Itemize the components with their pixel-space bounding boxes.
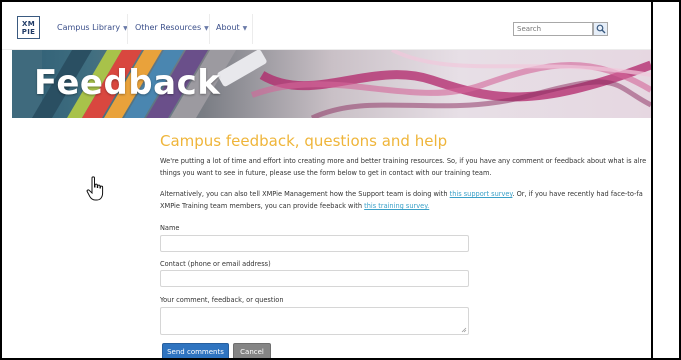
nav-divider — [209, 14, 210, 44]
search-input[interactable] — [513, 22, 593, 36]
name-field[interactable] — [160, 235, 469, 252]
nav-about[interactable]: About ▼ — [216, 23, 247, 32]
intro-paragraph: We're putting a lot of time and effort i… — [160, 155, 646, 179]
xmpie-logo[interactable]: XM PIE — [17, 16, 40, 39]
page-title: Campus feedback, questions and help — [160, 132, 448, 150]
alt-text-2: . Or, if you have recently had face-to-f… — [512, 190, 643, 198]
alt-line-2: XMPie Training team members, you can pro… — [160, 200, 643, 212]
nav-campus-library[interactable]: Campus Library ▼ — [57, 23, 128, 32]
browser-viewport: XM PIE Campus Library ▼ Other Resources ▼ … — [2, 2, 651, 358]
logo-line-1: XM — [22, 19, 35, 28]
nav-about-label: About — [216, 23, 240, 32]
nav-campus-library-label: Campus Library — [57, 23, 121, 32]
comment-textarea[interactable] — [160, 307, 469, 335]
feedback-banner: Feedback — [12, 50, 651, 118]
alt-text-3: XMPie Training team members, you can pro… — [160, 202, 363, 210]
nav-other-resources-label: Other Resources — [135, 23, 202, 32]
side-panel — [653, 2, 679, 358]
support-survey-link[interactable]: this support survey — [450, 190, 513, 198]
alt-line-1: Alternatively, you can also tell XMPie M… — [160, 188, 643, 200]
top-navbar: XM PIE Campus Library ▼ Other Resources ▼ … — [2, 2, 651, 50]
nav-divider — [252, 14, 253, 44]
intro-line-1: We're putting a lot of time and effort i… — [160, 157, 647, 165]
contact-label: Contact (phone or email address) — [160, 260, 271, 268]
nav-other-resources[interactable]: Other Resources ▼ — [135, 23, 209, 32]
search-icon — [596, 24, 605, 34]
alt-text-1: Alternatively, you can also tell XMPie M… — [160, 190, 448, 198]
nav-divider — [127, 14, 128, 44]
logo-line-2: PIE — [21, 27, 36, 36]
comment-label: Your comment, feedback, or question — [160, 296, 284, 304]
intro-line-2: things you want to see in future, please… — [160, 169, 492, 177]
send-comments-button[interactable]: Send comments — [162, 343, 229, 358]
training-survey-link[interactable]: this training survey. — [364, 202, 429, 210]
banner-title: Feedback — [34, 63, 221, 103]
cancel-button[interactable]: Cancel — [233, 343, 271, 358]
search-button[interactable] — [593, 22, 608, 36]
resize-grip-icon[interactable] — [461, 327, 467, 333]
contact-field[interactable] — [160, 270, 469, 287]
chevron-down-icon: ▼ — [242, 25, 248, 32]
hand-pointer-icon — [86, 176, 104, 201]
name-label: Name — [160, 224, 180, 232]
alternative-paragraph: Alternatively, you can also tell XMPie M… — [160, 188, 643, 212]
